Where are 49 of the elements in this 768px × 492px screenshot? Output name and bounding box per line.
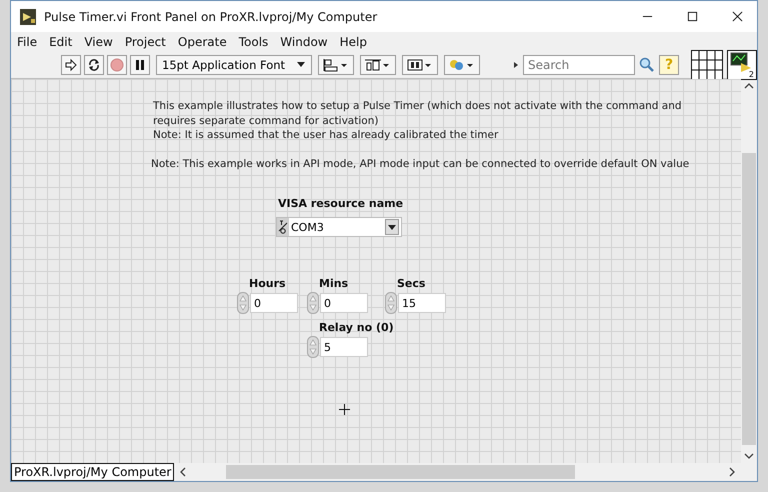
scroll-down-icon[interactable] bbox=[744, 453, 754, 459]
menu-item[interactable]: File bbox=[17, 34, 46, 48]
reorder-icon[interactable] bbox=[444, 54, 480, 74]
control-label: Mins bbox=[319, 277, 348, 290]
numeric-field[interactable]: 15 bbox=[398, 293, 446, 313]
close-icon[interactable] bbox=[732, 11, 743, 22]
horizontal-scrollbar-thumb[interactable] bbox=[226, 465, 575, 479]
caret-icon bbox=[297, 62, 306, 67]
scroll-right-icon[interactable] bbox=[729, 467, 735, 477]
search-field[interactable]: Search bbox=[523, 54, 635, 74]
control-label: Secs bbox=[397, 277, 426, 290]
menu-item[interactable]: View bbox=[84, 34, 121, 48]
distribute-objects-icon[interactable] bbox=[360, 54, 396, 74]
run-continuously-icon[interactable] bbox=[84, 54, 104, 74]
numeric-field[interactable]: 0 bbox=[320, 293, 368, 313]
vertical-scrollbar-thumb[interactable] bbox=[742, 153, 756, 445]
scroll-up-icon[interactable] bbox=[744, 83, 754, 89]
menu-item[interactable]: Help bbox=[340, 34, 375, 48]
scroll-left-icon[interactable] bbox=[180, 467, 186, 477]
pause-icon[interactable] bbox=[130, 54, 150, 74]
align-objects-icon[interactable] bbox=[318, 54, 354, 74]
menu-item[interactable]: Project bbox=[124, 34, 174, 48]
menu-item[interactable]: Operate bbox=[178, 34, 235, 48]
note-text: Note: This example works in API mode, API mode input can be connected to override default ON value bbox=[151, 157, 690, 172]
font-dropdown[interactable]: 15pt Application Font bbox=[156, 54, 312, 74]
menu-item[interactable]: Window bbox=[280, 34, 336, 48]
control-label: VISA resource name bbox=[278, 197, 404, 210]
resize-objects-icon[interactable] bbox=[402, 54, 438, 74]
window-title: Pulse Timer.vi Front Panel on ProXR.lvproj/My Computer bbox=[44, 10, 378, 24]
note-text: This example illustrates how to setup a Pulse Timer (which does not activate with the command and requires separate command for activation) bbox=[153, 99, 683, 128]
menu-item[interactable]: Edit bbox=[49, 34, 80, 48]
connector-pane-icon bbox=[691, 50, 723, 80]
icon-number-label: 2 bbox=[748, 70, 754, 78]
numeric-field[interactable]: 5 bbox=[320, 337, 368, 357]
numeric-field[interactable]: 0 bbox=[250, 293, 298, 313]
search-options-icon[interactable] bbox=[513, 62, 519, 68]
crosshair-cursor-icon bbox=[339, 404, 350, 415]
maximize-icon[interactable] bbox=[687, 11, 698, 22]
vi-icon bbox=[727, 50, 757, 80]
menu-item[interactable]: Tools bbox=[238, 34, 276, 48]
app-icon bbox=[20, 8, 36, 24]
search-icon[interactable] bbox=[639, 56, 655, 72]
control-label: Hours bbox=[249, 277, 286, 290]
visa-resource-dropdown[interactable]: COM3 bbox=[276, 217, 402, 237]
project-path-label: ProXR.lvproj/My Computer bbox=[11, 463, 174, 481]
control-label: Relay no (0) bbox=[319, 321, 394, 334]
io-icon bbox=[277, 218, 289, 236]
note-text: Note: It is assumed that the user has already calibrated the timer bbox=[153, 128, 500, 142]
caret-icon bbox=[388, 224, 396, 230]
